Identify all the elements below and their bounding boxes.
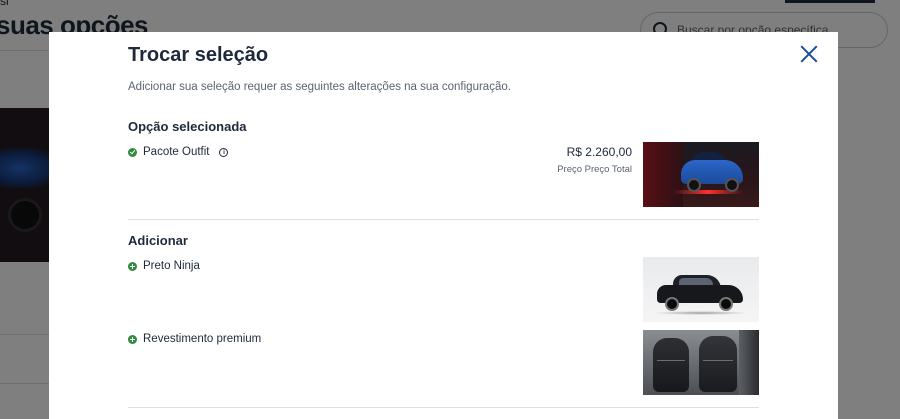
swap-selection-modal: Trocar seleção Adicionar sua seleção req… <box>49 32 838 419</box>
modal-title: Trocar seleção <box>128 44 269 66</box>
selected-option-price: R$ 2.260,00 <box>566 145 632 159</box>
add-item-revestimento-premium: Revestimento premium <box>128 333 261 345</box>
check-circle-icon <box>128 147 137 157</box>
selected-option-heading: Opção selecionada <box>128 119 247 134</box>
close-icon[interactable] <box>799 44 819 64</box>
plus-circle-icon <box>128 334 137 344</box>
plus-circle-icon <box>128 261 137 271</box>
selected-option-price-label: Preço Preço Total <box>557 164 632 175</box>
leather-seats-thumbnail <box>643 330 759 395</box>
add-item-label: Preto Ninja <box>143 260 200 272</box>
black-suv-thumbnail <box>643 257 759 322</box>
selected-option-item: Pacote Outfit i <box>128 146 229 158</box>
add-section-heading: Adicionar <box>128 233 188 248</box>
blue-suv-thumbnail <box>643 142 759 207</box>
add-item-preto-ninja: Preto Ninja <box>128 260 200 272</box>
add-item-label: Revestimento premium <box>143 333 262 345</box>
info-icon[interactable]: i <box>219 147 229 157</box>
section-divider <box>128 407 759 408</box>
selected-option-label: Pacote Outfit <box>143 146 210 158</box>
modal-subtitle: Adicionar sua seleção requer as seguinte… <box>128 81 511 93</box>
section-divider <box>128 219 759 220</box>
